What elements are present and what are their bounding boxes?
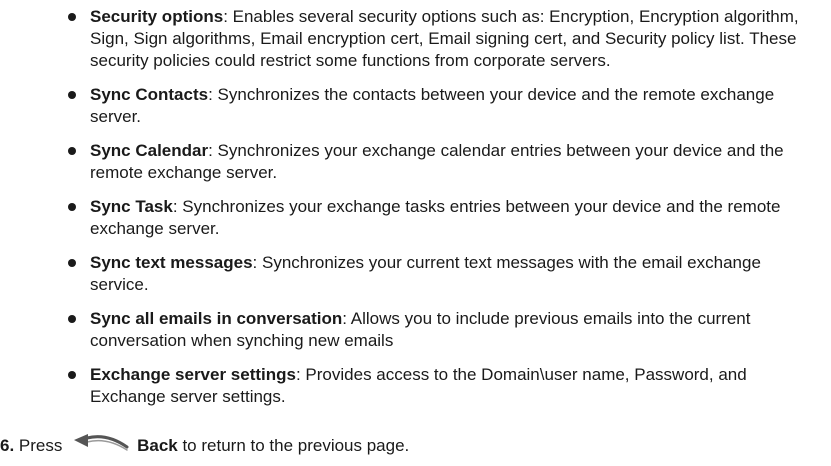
item-term: Sync Task	[90, 197, 173, 216]
step-text-pre: Press	[14, 436, 68, 455]
back-button-label: Back	[137, 436, 178, 455]
bullet-icon	[68, 13, 76, 21]
list-item: Exchange server settings: Provides acces…	[64, 364, 824, 408]
list-item: Sync Contacts: Synchronizes the contacts…	[64, 84, 824, 128]
list-item: Security options: Enables several securi…	[64, 6, 824, 72]
bullet-icon	[68, 259, 76, 267]
bullet-icon	[68, 371, 76, 379]
item-term: Sync text messages	[90, 253, 253, 272]
list-item: Sync all emails in conversation: Allows …	[64, 308, 824, 352]
step-number: 6.	[0, 436, 15, 455]
list-item: Sync Task: Synchronizes your exchange ta…	[64, 196, 824, 240]
feature-list: Security options: Enables several securi…	[64, 6, 824, 420]
bullet-icon	[68, 203, 76, 211]
bullet-icon	[68, 147, 76, 155]
item-term: Security options	[90, 7, 224, 26]
item-description: : Synchronizes your exchange tasks entri…	[90, 197, 781, 238]
back-arrow-icon	[71, 434, 133, 456]
item-term: Sync Calendar	[90, 141, 209, 160]
bullet-icon	[68, 315, 76, 323]
bullet-icon	[68, 91, 76, 99]
item-term: Exchange server settings	[90, 365, 296, 384]
step-text-post: to return to the previous page.	[177, 436, 410, 455]
item-term: Sync Contacts	[90, 85, 209, 104]
list-item: Sync text messages: Synchronizes your cu…	[64, 252, 824, 296]
step-instruction: 6. Press Back to return to the previous …	[0, 434, 831, 457]
list-item: Sync Calendar: Synchronizes your exchang…	[64, 140, 824, 184]
item-term: Sync all emails in conversation	[90, 309, 343, 328]
